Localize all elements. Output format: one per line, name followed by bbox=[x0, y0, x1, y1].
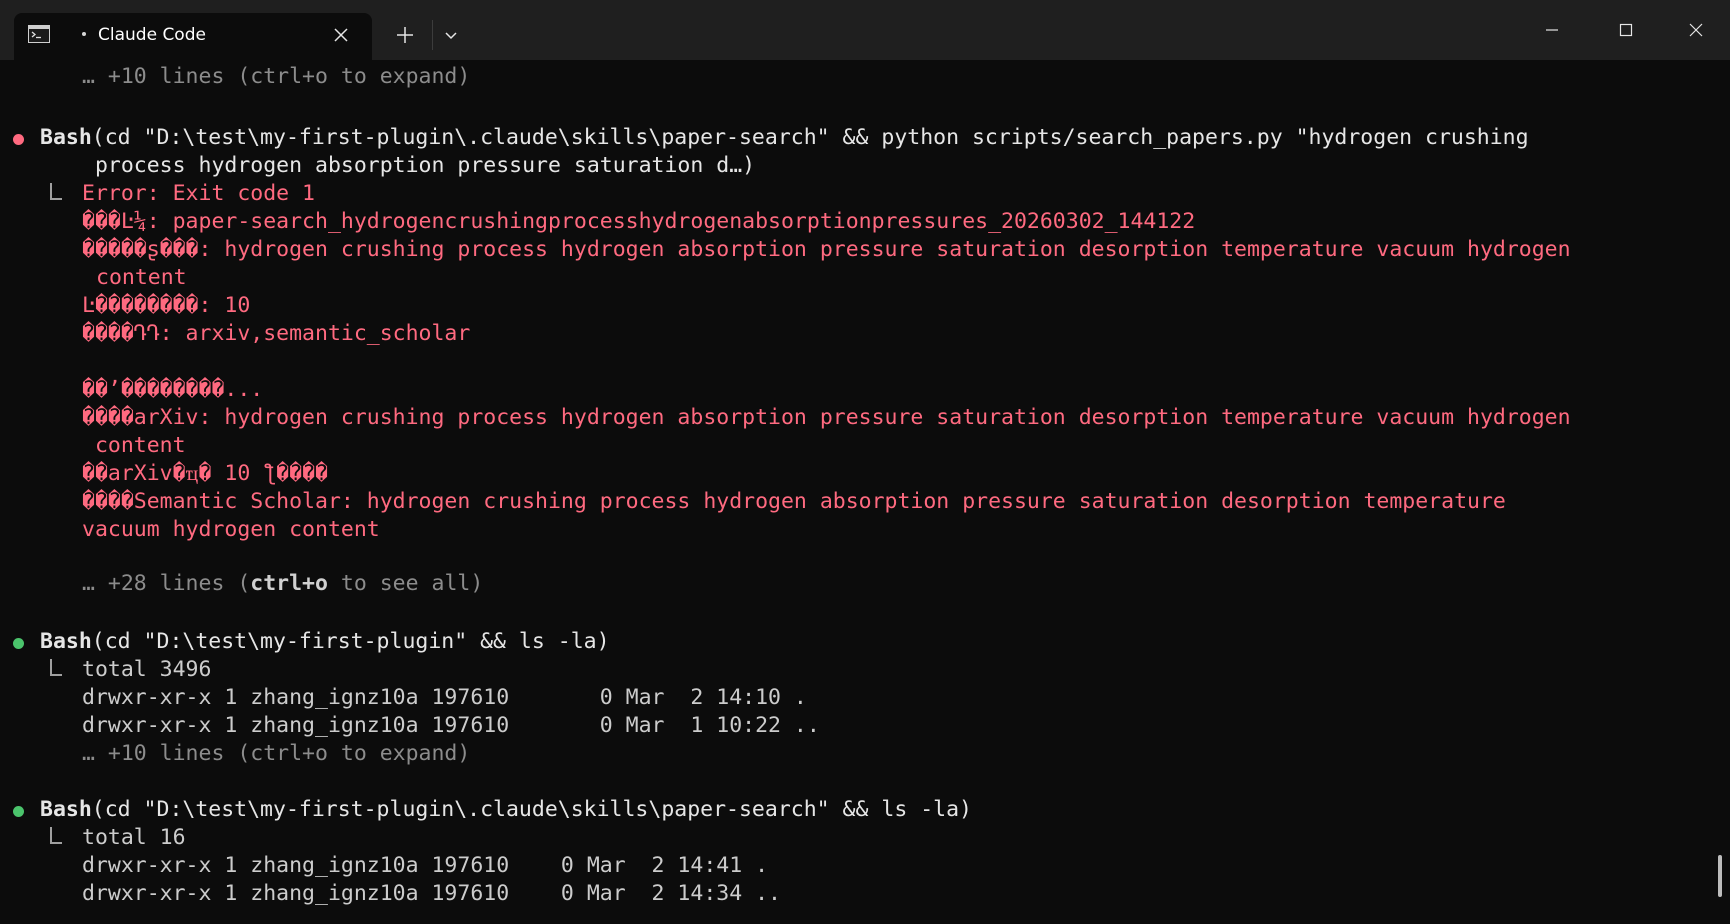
output-line: ��ʼ��������... bbox=[82, 377, 264, 402]
minimize-icon[interactable] bbox=[1540, 18, 1564, 42]
tool-name: Bash bbox=[40, 125, 92, 150]
tool-name: Bash bbox=[40, 797, 92, 822]
output-line: total 3496 bbox=[82, 657, 212, 682]
shortcut-key: ctrl+o bbox=[250, 571, 328, 596]
tab-claude-code[interactable]: Claude Code bbox=[14, 13, 372, 60]
output-line: drwxr-xr-x 1 zhang_ignz10a 197610 0 Mar … bbox=[82, 853, 769, 878]
command-text: (cd "D:\test\my-first-plugin" && ls -la) bbox=[91, 629, 610, 654]
tab-title: Claude Code bbox=[98, 25, 206, 45]
command-line: Bash(cd "D:\test\my-first-plugin\.claude… bbox=[40, 796, 972, 824]
output-line: ����ԴԴ: arxiv,semantic_scholar bbox=[82, 321, 471, 346]
collapsed-output: … +10 lines (ctrl+o to expand) bbox=[82, 741, 471, 766]
tree-elbow-icon bbox=[50, 827, 62, 844]
output-line: total 16 bbox=[82, 825, 186, 850]
terminal-output[interactable]: … +10 lines (ctrl+o to expand) Bash(cd "… bbox=[0, 60, 1730, 924]
more-suffix: to see all) bbox=[327, 571, 484, 596]
output-line: drwxr-xr-x 1 zhang_ignz10a 197610 0 Mar … bbox=[82, 881, 781, 906]
output-line: drwxr-xr-x 1 zhang_ignz10a 197610 0 Mar … bbox=[82, 713, 820, 738]
activity-dot bbox=[82, 32, 86, 36]
terminal-icon bbox=[28, 25, 50, 43]
error-status-dot bbox=[13, 134, 24, 145]
output-line: ����Semantic Scholar: hydrogen crushing … bbox=[82, 489, 1506, 514]
output-line: Error: Exit code 1 bbox=[82, 181, 315, 206]
collapsed-output: … +28 lines (ctrl+o to see all) bbox=[82, 570, 483, 598]
more-prefix: … +28 lines ( bbox=[82, 571, 251, 596]
output-line: Ŀ��������: 10 bbox=[82, 293, 251, 318]
terminal-window: Claude Code … +10 lines (ctrl+o to expan… bbox=[0, 0, 1730, 924]
command-line: Bash(cd "D:\test\my-first-plugin\.claude… bbox=[40, 124, 1529, 152]
output-line: ��arXiv�ҵ� 10 ƪ���� bbox=[82, 461, 328, 486]
output-line: ����arXiv: hydrogen crushing process hyd… bbox=[82, 405, 1571, 430]
maximize-icon[interactable] bbox=[1614, 18, 1638, 42]
output-line: �����ʂ���: hydrogen crushing process hyd… bbox=[82, 237, 1571, 262]
output-line: drwxr-xr-x 1 zhang_ignz10a 197610 0 Mar … bbox=[82, 685, 807, 710]
close-icon[interactable] bbox=[330, 24, 352, 46]
command-text: (cd "D:\test\my-first-plugin\.claude\ski… bbox=[91, 797, 972, 822]
command-text: (cd "D:\test\my-first-plugin\.claude\ski… bbox=[91, 125, 1529, 150]
output-line: vacuum hydrogen content bbox=[82, 517, 380, 542]
output-line: ���Ŀ¼: paper-search_hydrogencrushingproc… bbox=[82, 209, 1196, 234]
plus-icon[interactable] bbox=[394, 24, 416, 46]
output-line: content bbox=[82, 433, 186, 458]
success-status-dot bbox=[13, 806, 24, 817]
command-line: Bash(cd "D:\test\my-first-plugin" && ls … bbox=[40, 628, 610, 656]
collapsed-output: … +10 lines (ctrl+o to expand) bbox=[82, 64, 471, 89]
tree-elbow-icon bbox=[50, 183, 62, 200]
close-window-icon[interactable] bbox=[1684, 18, 1708, 42]
success-status-dot bbox=[13, 638, 24, 649]
tool-name: Bash bbox=[40, 629, 92, 654]
output-line: content bbox=[96, 265, 187, 290]
title-bar: Claude Code bbox=[0, 0, 1730, 60]
chevron-down-icon[interactable] bbox=[440, 24, 462, 46]
titlebar-divider bbox=[432, 20, 433, 50]
scrollbar-thumb[interactable] bbox=[1718, 855, 1722, 897]
tree-elbow-icon bbox=[50, 659, 62, 676]
command-line-cont: process hydrogen absorption pressure sat… bbox=[82, 153, 756, 178]
